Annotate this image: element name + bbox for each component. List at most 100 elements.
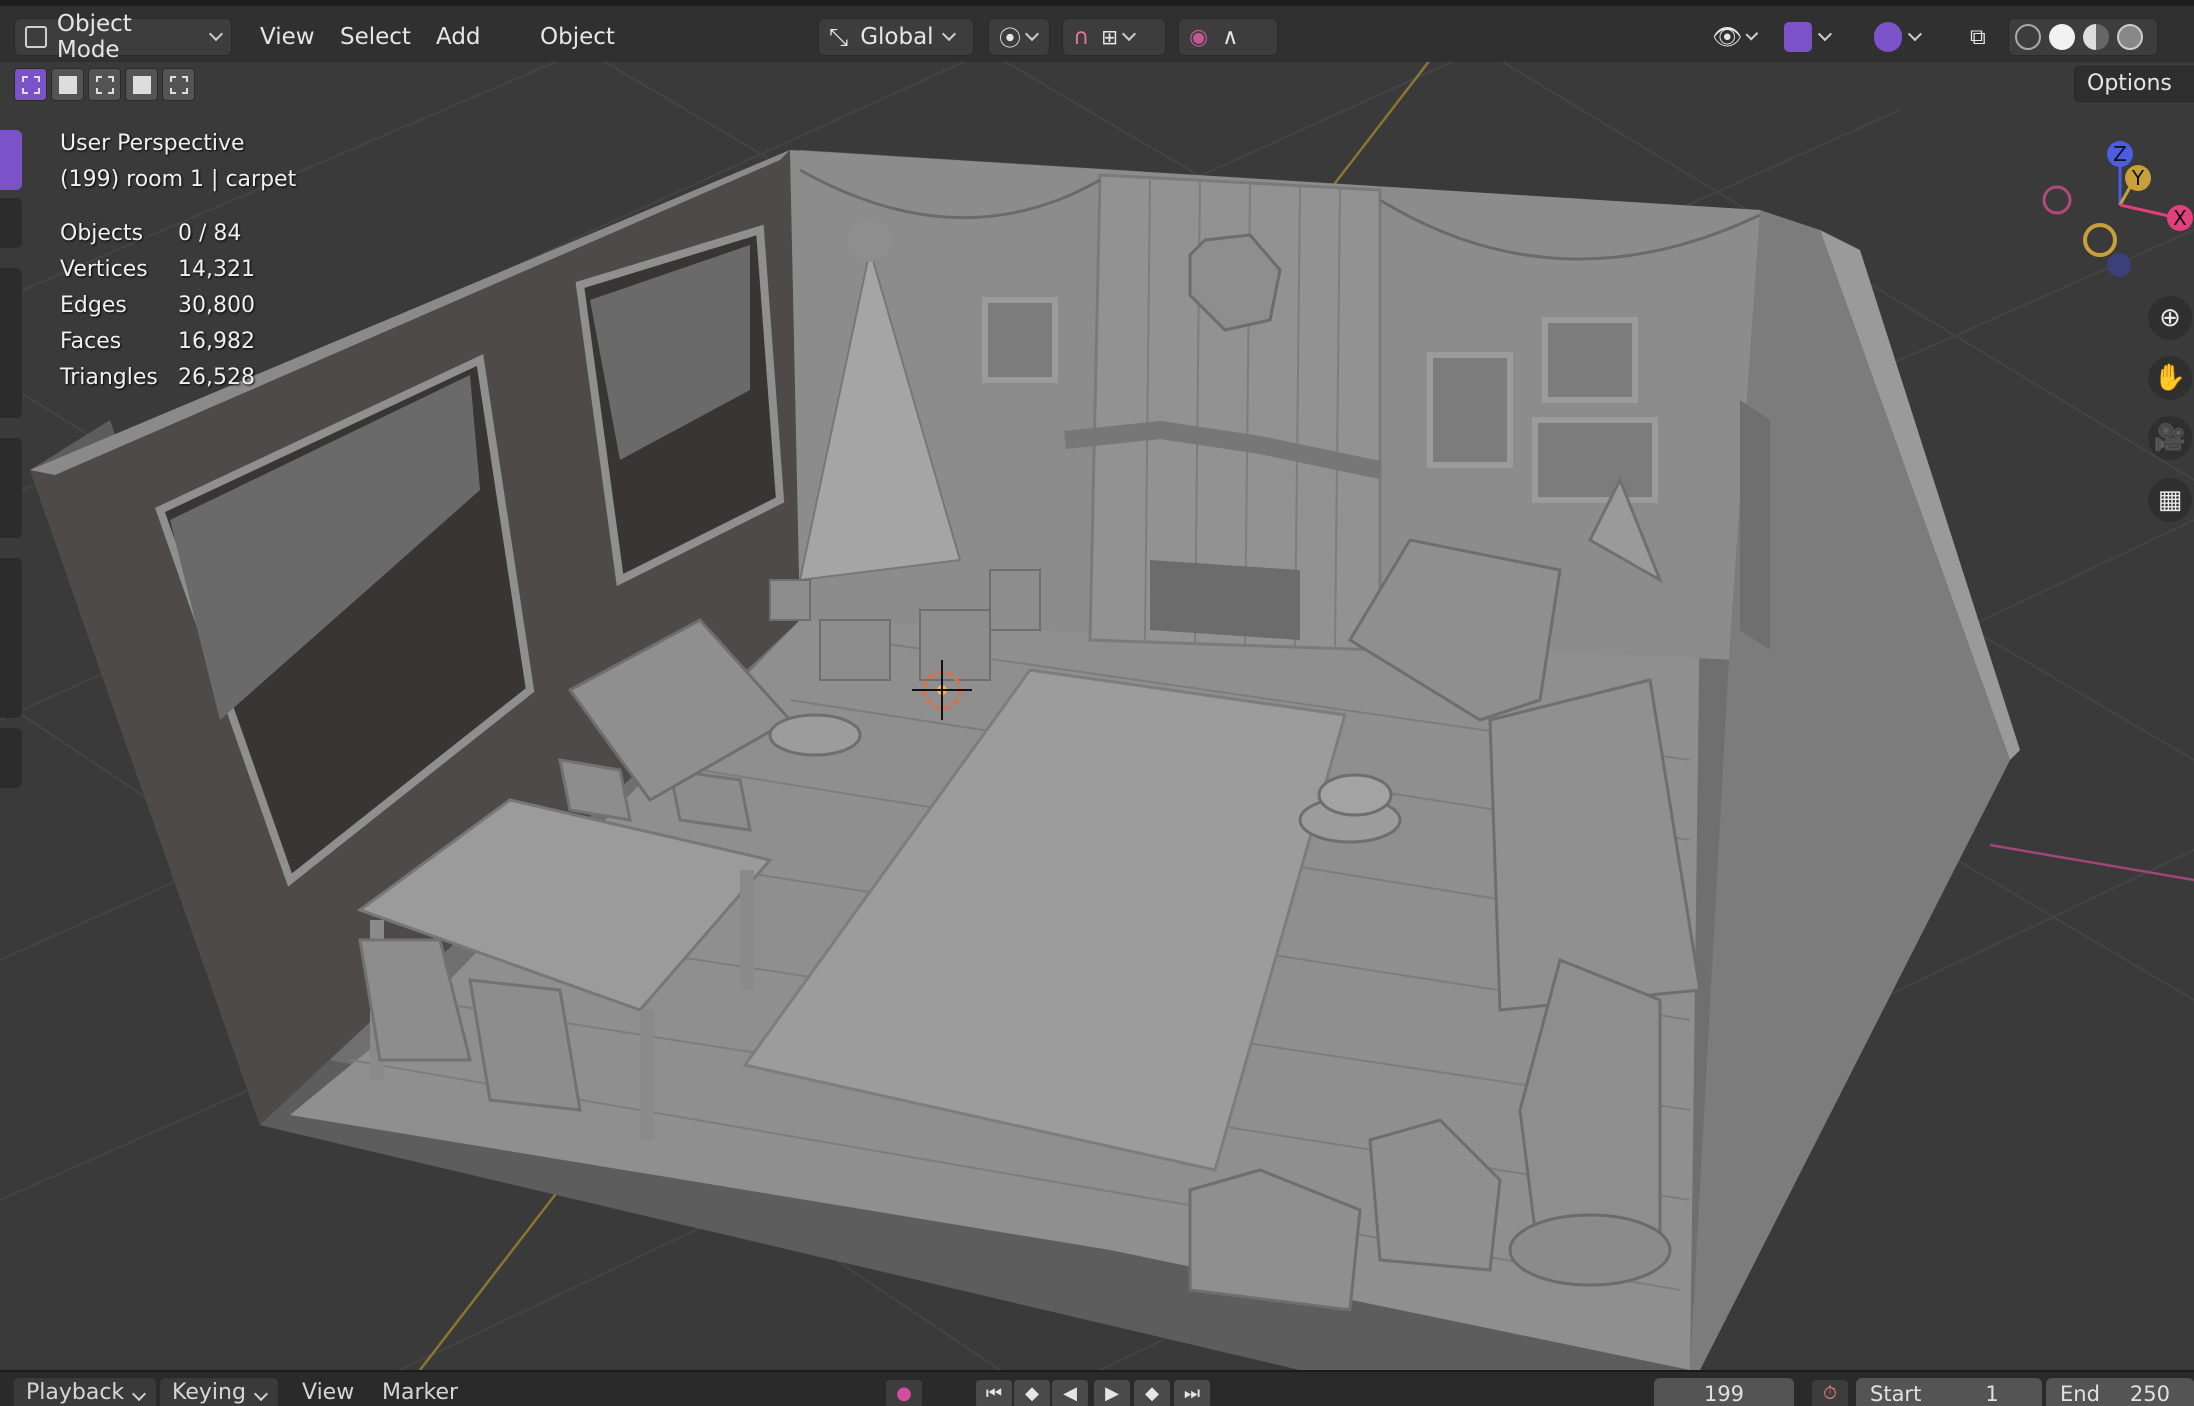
left-toolbar xyxy=(0,128,22,788)
gizmo-arrows-icon xyxy=(1784,22,1813,52)
zoom-icon: ⊕ xyxy=(2159,303,2181,333)
marker-menu[interactable]: Marker xyxy=(370,1378,470,1406)
select-box-tool[interactable] xyxy=(0,130,22,190)
picture-frame xyxy=(982,297,1058,383)
proportional-edit-icon: ◉ xyxy=(1189,24,1209,50)
timeline-header: Playback Keying View Marker ● ⏮ ◆ ◀ ▶ ◆ … xyxy=(0,1370,2194,1406)
measure-tools[interactable] xyxy=(0,558,22,718)
preview-range-button[interactable]: ⏱ xyxy=(1812,1380,1848,1406)
x-axis-label: X xyxy=(2173,206,2187,230)
zoom-button[interactable]: ⊕ xyxy=(2148,296,2192,340)
fireplace xyxy=(1150,560,1300,640)
stat-value: 0 / 84 xyxy=(178,221,242,246)
overlays-toggle[interactable] xyxy=(1864,18,1930,56)
mode-selector[interactable]: Object Mode xyxy=(14,11,232,63)
stat-row-objects: Objects 0 / 84 xyxy=(60,216,296,252)
start-value: 1 xyxy=(1985,1382,1999,1406)
end-label: End xyxy=(2060,1382,2100,1406)
playback-label: Playback xyxy=(26,1380,125,1405)
next-keyframe-icon: ◆ xyxy=(1145,1383,1159,1404)
chevron-down-icon xyxy=(1121,26,1136,42)
keying-menu[interactable]: Keying xyxy=(160,1378,278,1406)
jump-start-button[interactable]: ⏮ xyxy=(976,1380,1012,1406)
solid-shading-icon[interactable] xyxy=(2049,24,2075,50)
chevron-down-icon xyxy=(1746,27,1759,41)
auto-keying-button[interactable]: ● xyxy=(886,1380,922,1406)
stat-value: 30,800 xyxy=(178,293,255,318)
material-shading-icon[interactable] xyxy=(2083,24,2109,50)
jump-end-button[interactable]: ⏭ xyxy=(1174,1380,1210,1406)
pan-button[interactable]: ✋ xyxy=(2148,356,2192,400)
chevron-down-icon xyxy=(1818,27,1833,41)
snap-toggle[interactable]: ∩ ⊞ xyxy=(1062,18,1166,56)
annotate-tools[interactable] xyxy=(0,438,22,538)
select-intersect-icon xyxy=(170,76,188,94)
menu-add[interactable]: Add xyxy=(426,18,491,56)
options-label: Options xyxy=(2087,71,2172,96)
z-axis-label: Z xyxy=(2113,142,2127,166)
xray-icon: ⧉ xyxy=(1970,24,1986,50)
stat-row-vertices: Vertices 14,321 xyxy=(60,252,296,288)
overlays-icon xyxy=(1874,22,1903,52)
falloff-curve-icon: ∧ xyxy=(1222,24,1239,50)
transform-tools[interactable] xyxy=(0,268,22,418)
ortho-toggle-button[interactable]: ▦ xyxy=(2148,478,2192,522)
play-reverse-button[interactable]: ◀ xyxy=(1052,1380,1088,1406)
add-cube-tool[interactable] xyxy=(0,728,22,788)
jump-end-icon: ⏭ xyxy=(1183,1383,1201,1404)
navigation-gizmo[interactable]: Z Y X xyxy=(2040,130,2194,290)
select-invert-button[interactable] xyxy=(125,68,158,101)
stat-label: Vertices xyxy=(60,257,148,282)
chevron-down-icon xyxy=(208,26,224,42)
stat-label: Faces xyxy=(60,329,122,354)
select-extend-button[interactable] xyxy=(51,68,84,101)
timeline-view-menu[interactable]: View xyxy=(290,1378,366,1406)
stat-value: 14,321 xyxy=(178,257,255,282)
stat-row-edges: Edges 30,800 xyxy=(60,288,296,324)
select-subtract-button[interactable] xyxy=(88,68,121,101)
pivot-icon: ⦿ xyxy=(999,27,1022,52)
prev-keyframe-button[interactable]: ◆ xyxy=(1014,1380,1050,1406)
pivot-point-select[interactable]: ⦿ xyxy=(988,18,1050,56)
camera-view-button[interactable]: 🎥 xyxy=(2148,416,2192,460)
stat-label: Objects xyxy=(60,221,144,246)
scene-statistics: Objects 0 / 84 Vertices 14,321 Edges 30,800… xyxy=(60,216,296,396)
stopwatch-icon: ⏱ xyxy=(1822,1383,1838,1404)
select-new-button[interactable] xyxy=(14,68,47,101)
stat-label: Triangles xyxy=(60,365,158,390)
menu-view[interactable]: View xyxy=(250,18,325,56)
magnet-icon: ∩ xyxy=(1073,24,1090,50)
stat-value: 26,528 xyxy=(178,365,255,390)
transform-orientation-select[interactable]: ⤡ Global xyxy=(818,18,974,56)
stat-row-triangles: Triangles 26,528 xyxy=(60,360,296,396)
orientation-icon: ⤡ xyxy=(829,23,849,51)
select-invert-icon xyxy=(133,76,151,94)
play-button[interactable]: ▶ xyxy=(1094,1380,1130,1406)
proportional-editing-toggle[interactable]: ◉ ∧ xyxy=(1178,18,1278,56)
y-axis-label: Y xyxy=(2131,166,2145,190)
xray-toggle[interactable]: ⧉ xyxy=(1960,18,2000,56)
rendered-shading-icon[interactable] xyxy=(2117,24,2143,50)
stat-value: 16,982 xyxy=(178,329,255,354)
wireframe-shading-icon[interactable] xyxy=(2015,24,2041,50)
play-reverse-icon: ◀ xyxy=(1063,1383,1077,1404)
visibility-select[interactable]: 👁 xyxy=(1702,18,1766,56)
end-frame-field[interactable]: End 250 xyxy=(2046,1378,2194,1406)
menu-select[interactable]: Select xyxy=(330,18,421,56)
play-icon: ▶ xyxy=(1105,1383,1119,1404)
menu-object[interactable]: Object xyxy=(530,18,625,56)
select-intersect-button[interactable] xyxy=(162,68,195,101)
3d-viewport[interactable] xyxy=(0,0,2194,1370)
neg-y-handle xyxy=(2083,223,2117,257)
start-frame-field[interactable]: Start 1 xyxy=(1856,1378,2042,1406)
cursor-tool[interactable] xyxy=(0,198,22,248)
record-icon: ● xyxy=(896,1383,912,1404)
next-keyframe-button[interactable]: ◆ xyxy=(1134,1380,1170,1406)
orientation-label: Global xyxy=(860,24,934,50)
options-button[interactable]: Options xyxy=(2074,66,2194,102)
current-frame-field[interactable]: 199 xyxy=(1654,1378,1794,1406)
view-name: User Perspective xyxy=(60,131,245,156)
gizmo-toggle[interactable] xyxy=(1774,18,1840,56)
mode-label: Object Mode xyxy=(56,11,132,63)
playback-menu[interactable]: Playback xyxy=(14,1378,157,1406)
